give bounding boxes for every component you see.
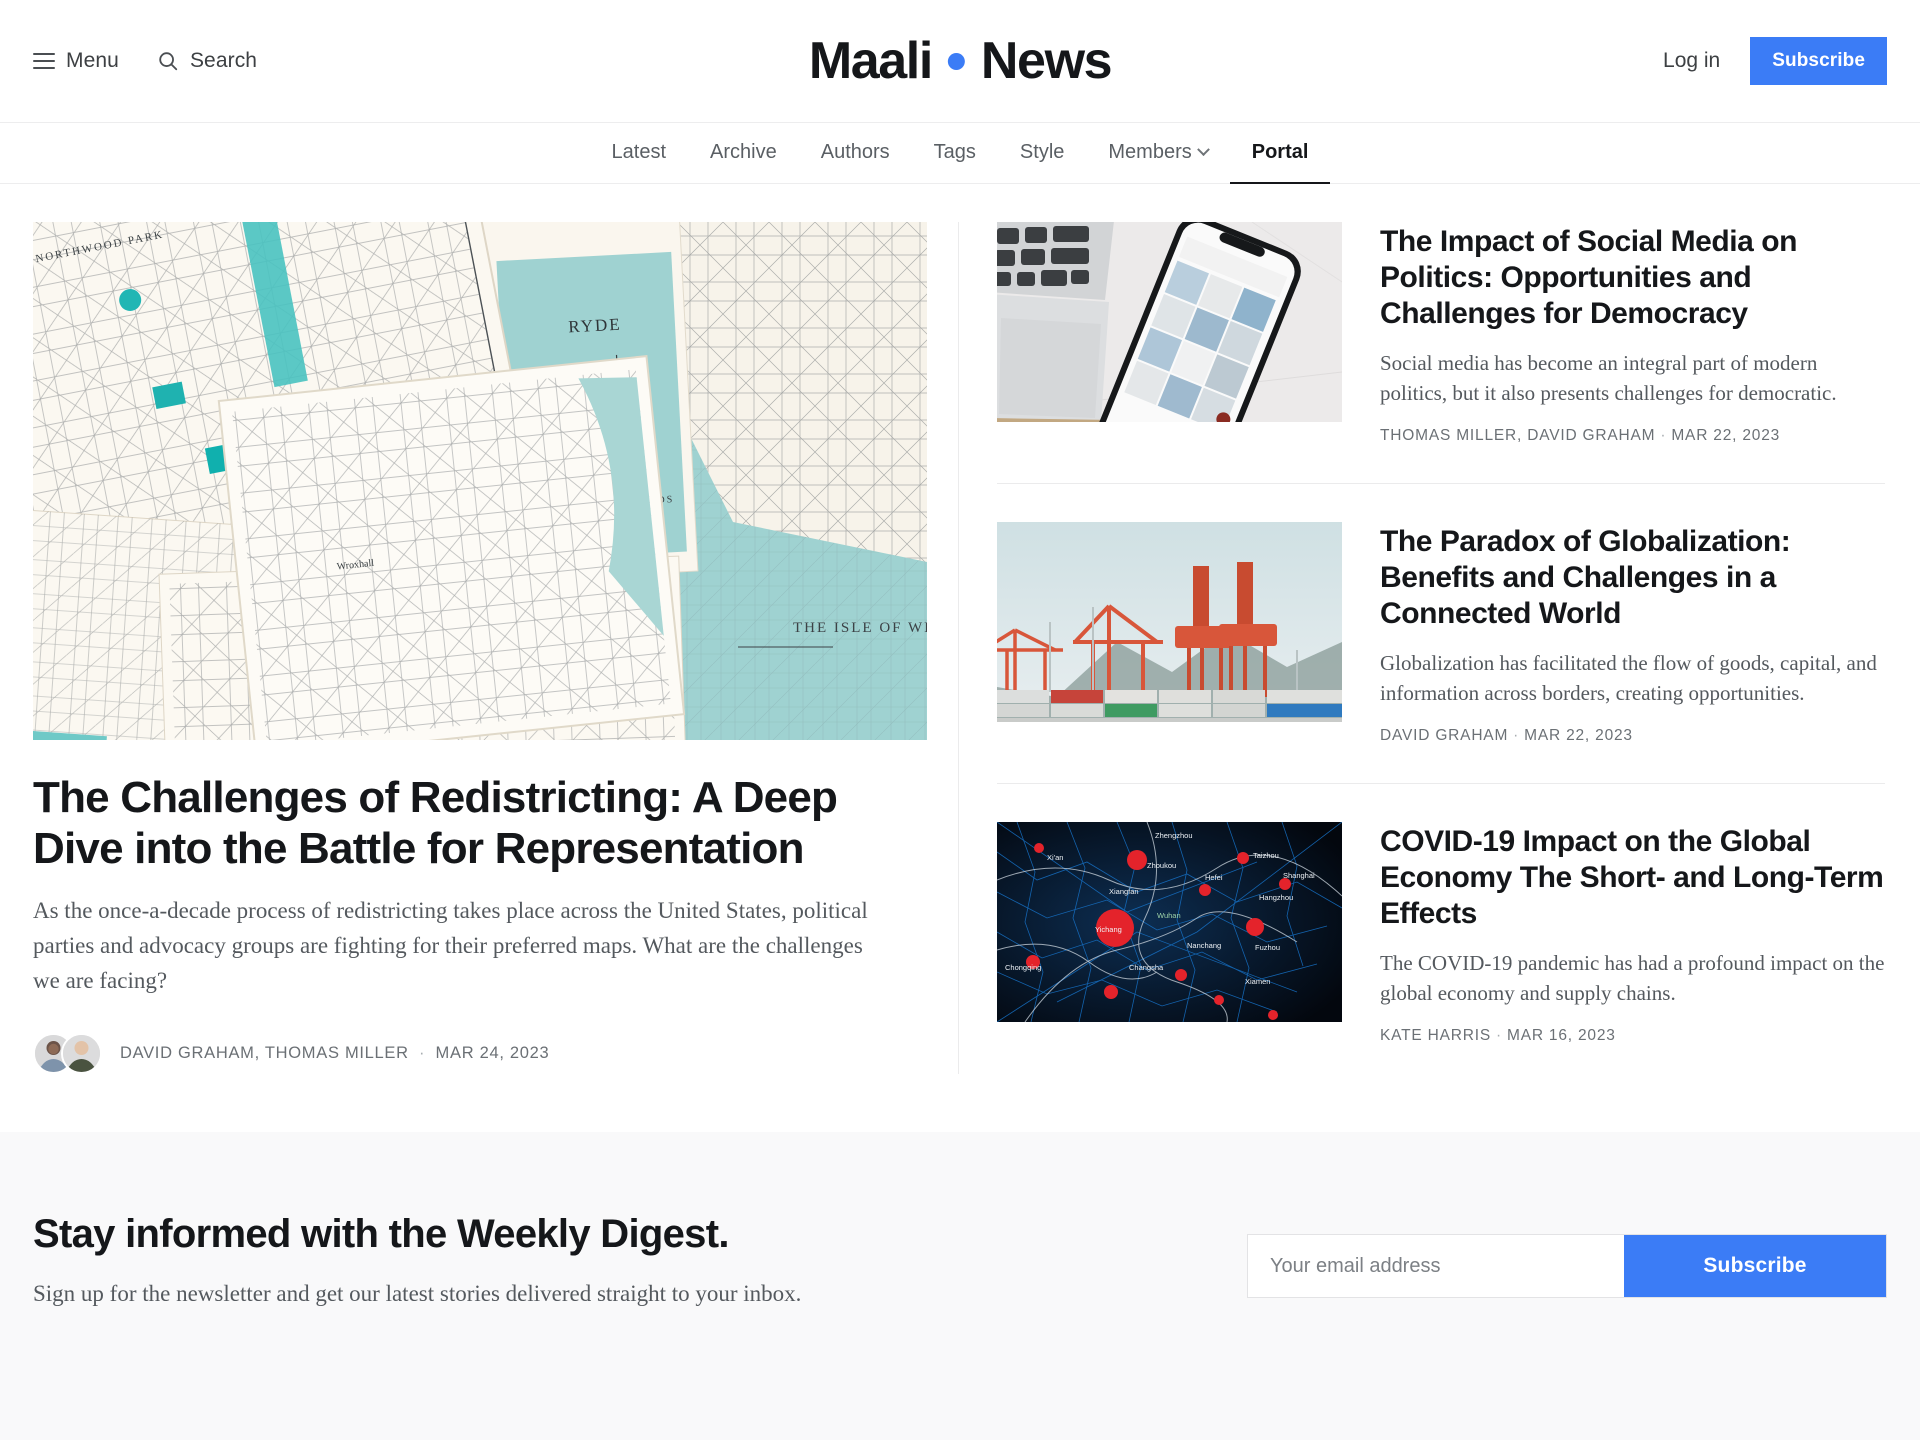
- list-item-byline: THOMAS MILLER, DAVID GRAHAM · MAR 22, 2023: [1380, 427, 1885, 445]
- svg-text:Hangzhou: Hangzhou: [1259, 893, 1293, 902]
- nav-item-label: Authors: [820, 141, 890, 163]
- list-item-body: The Paradox of Globalization: Benefits a…: [1380, 522, 1885, 745]
- menu-button-label: Menu: [66, 49, 119, 72]
- main-content: THE ISLE OF WIGHT RYDE EAST SANDS: [0, 117, 1920, 1074]
- byline-separator: ·: [1660, 426, 1667, 444]
- featured-article-excerpt: As the once-a-decade process of redistri…: [33, 898, 868, 993]
- svg-text:Taizhou: Taizhou: [1253, 851, 1279, 860]
- nav-item-label: Style: [1019, 141, 1065, 163]
- byline-separator: ·: [419, 1043, 426, 1062]
- list-item-authors[interactable]: DAVID GRAHAM: [1380, 727, 1508, 744]
- svg-text:Hefei: Hefei: [1205, 873, 1223, 882]
- nav-item-label: Portal: [1251, 141, 1309, 163]
- svg-text:Xiangfan: Xiangfan: [1109, 887, 1139, 896]
- newsletter-copy: Stay informed with the Weekly Digest. Si…: [33, 1212, 933, 1312]
- avatar: [61, 1032, 102, 1074]
- svg-text:Wuhan: Wuhan: [1157, 911, 1181, 920]
- list-divider: [997, 482, 1885, 484]
- search-button-label: Search: [189, 49, 258, 72]
- list-item-image[interactable]: [987, 212, 1343, 485]
- list-divider: [997, 782, 1885, 784]
- list-item-date: MAR 22, 2023: [1671, 426, 1781, 444]
- list-item-date: MAR 16, 2023: [1506, 1026, 1616, 1044]
- nav-item-label: Members: [1108, 141, 1192, 163]
- primary-navigation: Latest Archive Authors Tags Style Members Port…: [0, 122, 1920, 184]
- svg-text:Xiamen: Xiamen: [1245, 977, 1270, 986]
- featured-article[interactable]: THE ISLE OF WIGHT RYDE EAST SANDS: [0, 117, 993, 1074]
- list-item-excerpt: The COVID-19 pandemic has had a profound…: [1380, 950, 1885, 1006]
- newsletter-subtitle: Sign up for the newsletter and get our l…: [33, 1281, 802, 1306]
- chevron-down-icon: [1196, 143, 1210, 157]
- featured-authors[interactable]: DAVID GRAHAM, THOMAS MILLER: [120, 1044, 409, 1062]
- author-avatar-group: [33, 1032, 102, 1074]
- nav-item-latest[interactable]: Latest: [590, 123, 688, 184]
- list-item-excerpt: Social media has become an integral part…: [1380, 351, 1837, 406]
- brand-dot-icon: [947, 52, 965, 70]
- list-item-title[interactable]: The Paradox of Globalization: Benefits a…: [1380, 524, 1885, 632]
- byline-separator: ·: [1513, 726, 1520, 744]
- list-item-body: COVID-19 Impact on the Global Economy Th…: [1380, 822, 1885, 1045]
- byline-separator: ·: [1496, 1026, 1502, 1044]
- header-right-group: Log in Subscribe: [1663, 37, 1887, 85]
- svg-text:Xi'an: Xi'an: [1047, 853, 1063, 862]
- list-item-authors[interactable]: KATE HARRIS: [1380, 1027, 1491, 1044]
- featured-date: MAR 24, 2023: [435, 1043, 550, 1062]
- newsletter-form: Subscribe: [1247, 1234, 1887, 1298]
- featured-article-image[interactable]: THE ISLE OF WIGHT RYDE EAST SANDS: [0, 117, 993, 837]
- list-item-image[interactable]: [982, 521, 1342, 722]
- svg-text:Changsha: Changsha: [1129, 963, 1164, 972]
- newsletter-section: Stay informed with the Weekly Digest. Si…: [0, 1132, 1920, 1440]
- newsletter-title: Stay informed with the Weekly Digest.: [33, 1212, 729, 1256]
- search-icon: [157, 50, 179, 72]
- brand-secondary-text: News: [980, 32, 1113, 90]
- svg-text:Zhengzhou: Zhengzhou: [1155, 831, 1193, 840]
- featured-article-byline: DAVID GRAHAM, THOMAS MILLER · MAR 24, 20…: [33, 1032, 925, 1074]
- featured-byline-text: DAVID GRAHAM, THOMAS MILLER · MAR 24, 20…: [120, 1044, 549, 1063]
- nav-item-authors[interactable]: Authors: [799, 123, 912, 184]
- nav-item-label: Latest: [611, 141, 667, 163]
- list-item-byline: KATE HARRIS · MAR 16, 2023: [1380, 1027, 1885, 1045]
- brand-primary-text: Maali: [808, 32, 933, 90]
- list-item[interactable]: The Impact of Social Media on Politics: …: [987, 212, 1885, 485]
- svg-text:Nanchang: Nanchang: [1187, 941, 1221, 950]
- list-item-date: MAR 22, 2023: [1524, 726, 1633, 744]
- list-item-byline: DAVID GRAHAM · MAR 22, 2023: [1380, 727, 1885, 745]
- list-item-authors[interactable]: THOMAS MILLER, DAVID GRAHAM: [1380, 427, 1655, 444]
- nav-item-label: Tags: [933, 141, 976, 163]
- list-item[interactable]: Xi'an Zhoukou Zhengzhou Taizhou Shanghai Hef…: [996, 821, 1885, 1045]
- svg-text:Zhoukou: Zhoukou: [1147, 861, 1176, 870]
- svg-text:RYDE: RYDE: [568, 315, 622, 337]
- nav-item-label: Archive: [710, 141, 777, 163]
- nav-item-style[interactable]: Style: [998, 123, 1086, 184]
- header-left-group: Menu Search: [33, 49, 257, 73]
- list-item-image[interactable]: Xi'an Zhoukou Zhengzhou Taizhou Shanghai Hef…: [996, 821, 1343, 1023]
- list-item-excerpt: Globalization has facilitated the flow o…: [1380, 650, 1877, 706]
- nav-item-portal[interactable]: Portal: [1229, 123, 1331, 184]
- featured-article-title[interactable]: The Challenges of Redistricting: A Deep …: [33, 772, 913, 874]
- svg-text:Shanghai: Shanghai: [1283, 871, 1315, 880]
- svg-text:THE ISLE OF WIGHT: THE ISLE OF WIGHT: [793, 620, 927, 636]
- header-subscribe-button[interactable]: Subscribe: [1750, 37, 1887, 85]
- menu-button[interactable]: Menu: [33, 49, 119, 73]
- newsletter-subscribe-button[interactable]: Subscribe: [1624, 1235, 1886, 1297]
- nav-item-members[interactable]: Members: [1086, 123, 1229, 184]
- email-input[interactable]: [1248, 1235, 1624, 1297]
- article-list: The Impact of Social Media on Politics: …: [958, 212, 1885, 1074]
- svg-text:Yichang: Yichang: [1095, 925, 1122, 934]
- svg-text:Chongqing: Chongqing: [1005, 963, 1041, 972]
- site-header: Menu Search Maali News Log in Subscribe: [0, 0, 1920, 122]
- login-link[interactable]: Log in: [1663, 49, 1720, 73]
- svg-text:Fuzhou: Fuzhou: [1255, 943, 1280, 952]
- hamburger-icon: [33, 53, 55, 69]
- list-item[interactable]: The Paradox of Globalization: Benefits a…: [982, 521, 1885, 745]
- site-logo[interactable]: Maali News: [808, 31, 1113, 91]
- list-item-title[interactable]: The Impact of Social Media on Politics: …: [1380, 224, 1885, 332]
- list-item-title[interactable]: COVID-19 Impact on the Global Economy Th…: [1380, 824, 1885, 932]
- list-item-body: The Impact of Social Media on Politics: …: [1380, 222, 1885, 445]
- page-root: Menu Search Maali News Log in Subscribe …: [0, 0, 1920, 1440]
- search-button[interactable]: Search: [157, 49, 257, 73]
- nav-item-tags[interactable]: Tags: [912, 123, 998, 184]
- nav-item-archive[interactable]: Archive: [688, 123, 799, 184]
